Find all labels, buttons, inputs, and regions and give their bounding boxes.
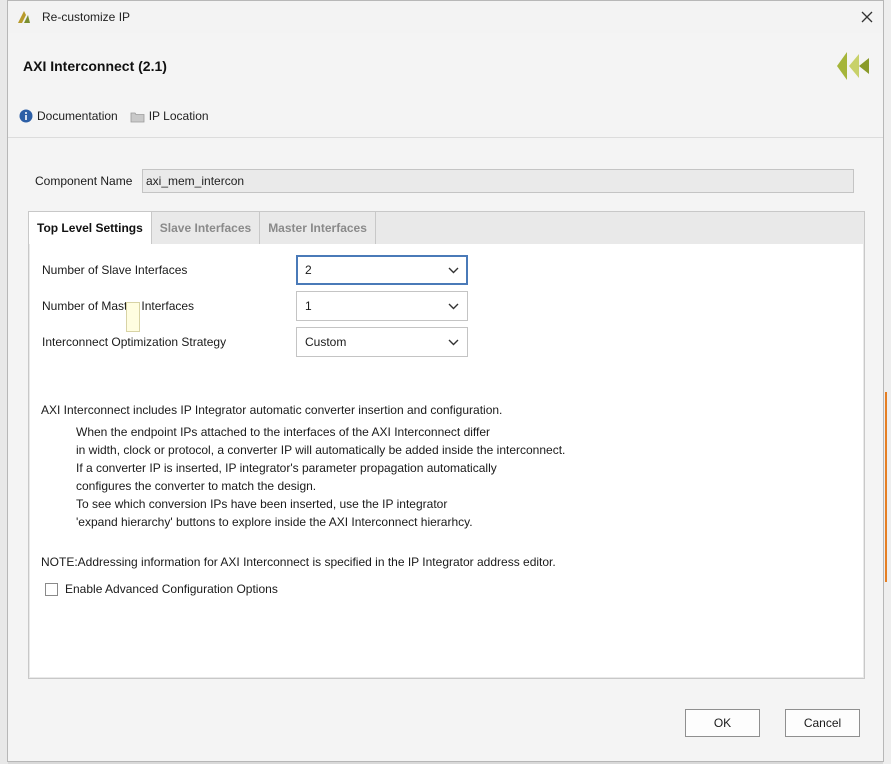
info-icon [19,109,33,123]
ip-location-label: IP Location [148,109,209,123]
master-interfaces-row: Number of Master Interfaces 1 [42,291,468,321]
tab-master-interfaces[interactable]: Master Interfaces [260,212,376,244]
ip-title: AXI Interconnect (2.1) [23,58,167,74]
description-line: To see which conversion IPs have been in… [76,497,448,511]
cancel-button[interactable]: Cancel [785,709,860,737]
description-line: When the endpoint IPs attached to the in… [76,425,491,439]
close-icon [861,11,873,23]
ip-header: AXI Interconnect (2.1) Documentation IP … [8,33,883,138]
tooltip-popup [126,302,140,332]
chevron-down-icon [448,303,459,309]
component-name-row: Component Name [35,169,854,193]
documentation-label: Documentation [37,109,118,123]
advanced-options-label: Enable Advanced Configuration Options [65,582,278,596]
master-interfaces-label: Number of Master Interfaces [42,299,195,313]
tab-slave-interfaces[interactable]: Slave Interfaces [152,212,261,244]
master-interfaces-select[interactable]: 1 [296,291,468,321]
title-bar: Re-customize IP [8,1,883,33]
optimization-strategy-value: Custom [305,335,347,349]
optimization-strategy-label: Interconnect Optimization Strategy [42,335,227,349]
window-title: Re-customize IP [42,10,131,24]
slave-interfaces-select[interactable]: 2 [296,255,468,285]
folder-icon [130,112,145,122]
description-line: 'expand hierarchy' buttons to explore in… [76,515,473,529]
description-line: configures the converter to match the de… [76,479,317,493]
tab-top-level-settings[interactable]: Top Level Settings [29,212,152,244]
description-details: When the endpoint IPs attached to the in… [76,423,565,531]
description-intro: AXI Interconnect includes IP Integrator … [41,403,503,417]
settings-tabs: Top Level Settings Slave Interfaces Mast… [28,211,865,679]
top-level-settings-panel: Number of Slave Interfaces 2 Number of M… [30,244,863,677]
documentation-link[interactable]: Documentation [19,109,118,123]
brand-logo-icon [837,52,869,80]
component-name-input[interactable] [142,169,854,193]
optimization-strategy-select[interactable]: Custom [296,327,468,357]
background-window-right [883,0,891,764]
ok-button[interactable]: OK [685,709,760,737]
vivado-logo-icon [16,7,36,27]
chevron-down-icon [448,267,459,273]
slave-interfaces-label: Number of Slave Interfaces [42,263,188,277]
close-button[interactable] [857,7,877,27]
master-interfaces-value: 1 [305,299,312,313]
tab-strip: Top Level Settings Slave Interfaces Mast… [29,212,864,244]
slave-interfaces-row: Number of Slave Interfaces 2 [42,255,468,285]
optimization-strategy-row: Interconnect Optimization Strategy Custo… [42,327,468,357]
description-line: If a converter IP is inserted, IP integr… [76,461,497,475]
slave-interfaces-value: 2 [305,263,312,277]
chevron-down-icon [448,339,459,345]
recustomize-ip-dialog: Re-customize IP AXI Interconnect (2.1) D… [7,0,884,762]
header-links: Documentation IP Location [19,109,209,123]
component-name-label: Component Name [35,174,133,188]
advanced-options-row[interactable]: Enable Advanced Configuration Options [45,582,278,596]
advanced-options-checkbox[interactable] [45,582,58,596]
address-note: NOTE:Addressing information for AXI Inte… [41,555,556,569]
ip-location-link[interactable]: IP Location [130,109,209,123]
description-line: in width, clock or protocol, a converter… [76,443,566,457]
background-highlight [885,392,891,582]
